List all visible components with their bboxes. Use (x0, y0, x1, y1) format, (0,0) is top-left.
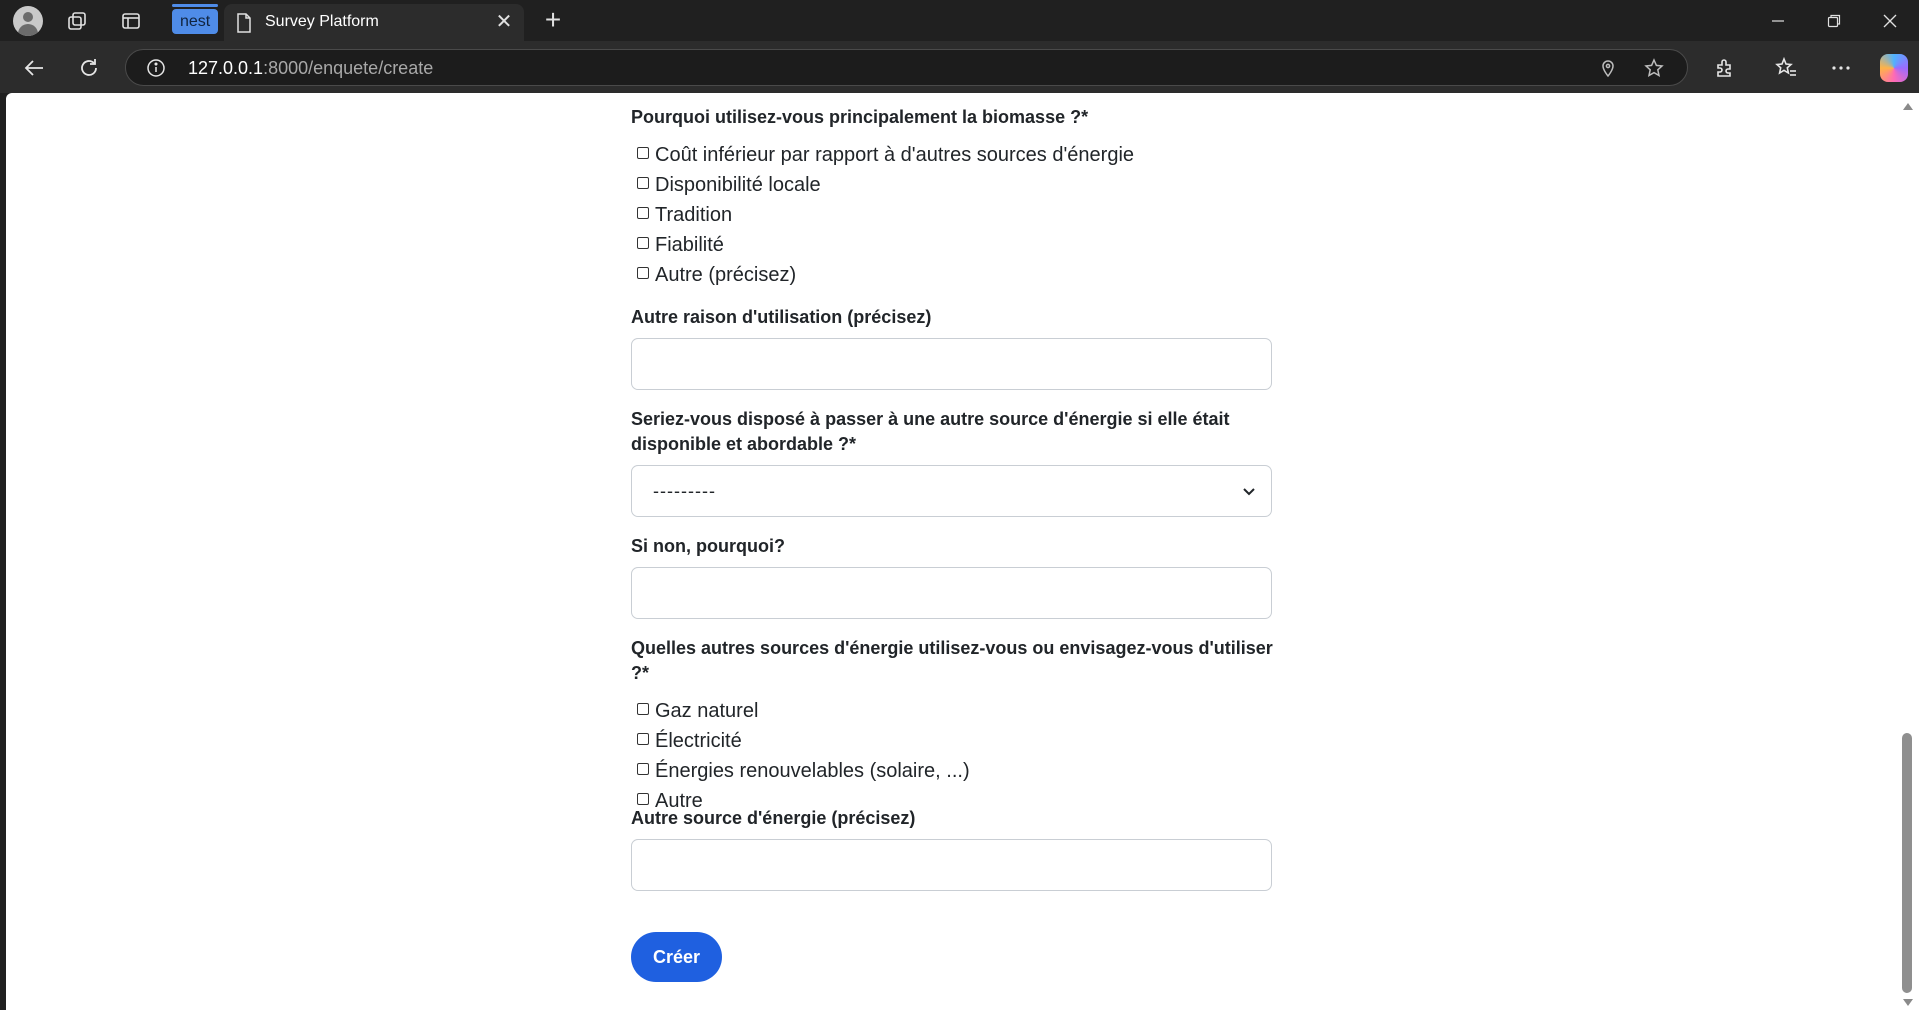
select-value: --------- (653, 481, 716, 501)
close-window-icon[interactable] (1862, 0, 1918, 41)
checkbox[interactable] (637, 177, 649, 189)
checkbox-option[interactable]: Autre (précisez) (631, 260, 1276, 290)
switch-energy-label: Seriez-vous disposé à passer à une autre… (631, 409, 1230, 454)
checkbox-option[interactable]: Coût inférieur par rapport à d'autres so… (631, 140, 1276, 170)
browser-tab-bar: nest Survey Platform ✕ + (0, 0, 1919, 41)
other-reason-input[interactable] (631, 338, 1272, 390)
if-no-why-input[interactable] (631, 567, 1272, 619)
other-energy-options: Gaz naturel Électricité Énergies renouve… (631, 696, 1276, 816)
checkbox[interactable] (637, 733, 649, 745)
favorites-icon[interactable] (1770, 52, 1802, 84)
page-viewport: Pourquoi utilisez-vous principalement la… (6, 93, 1897, 1010)
location-icon[interactable] (1598, 58, 1618, 78)
checkbox-option[interactable]: Fiabilité (631, 230, 1276, 260)
checkbox-option[interactable]: Gaz naturel (631, 696, 1276, 726)
checkbox-option[interactable]: Énergies renouvelables (solaire, ...) (631, 756, 1276, 786)
checkbox[interactable] (637, 207, 649, 219)
workspaces-icon[interactable] (63, 7, 91, 35)
checkbox[interactable] (637, 267, 649, 279)
checkbox[interactable] (637, 237, 649, 249)
page-icon (237, 13, 251, 33)
scrollbar-thumb[interactable] (1902, 733, 1912, 993)
checkbox[interactable] (637, 763, 649, 775)
other-energy-source-label: Autre source d'énergie (précisez) (631, 808, 916, 828)
checkbox[interactable] (637, 703, 649, 715)
browser-toolbar: 127.0.0.1:8000/enquete/create (0, 41, 1919, 93)
chevron-down-icon (1243, 488, 1255, 496)
scroll-up-icon[interactable] (1903, 103, 1913, 110)
extensions-icon[interactable] (1709, 52, 1741, 84)
checkbox[interactable] (637, 147, 649, 159)
other-energy-source-input[interactable] (631, 839, 1272, 891)
site-info-icon[interactable] (146, 58, 166, 78)
url-text[interactable]: 127.0.0.1:8000/enquete/create (188, 58, 433, 79)
checkbox[interactable] (637, 793, 649, 805)
biomass-reason-options: Coût inférieur par rapport à d'autres so… (631, 140, 1276, 290)
refresh-icon[interactable] (73, 52, 105, 84)
other-energy-sources-label: Quelles autres sources d'énergie utilise… (631, 638, 1273, 683)
minimize-icon[interactable] (1750, 0, 1806, 41)
create-button[interactable]: Créer (631, 932, 723, 982)
profile-avatar-icon[interactable] (13, 6, 43, 36)
tab-group-label[interactable]: nest (172, 4, 219, 34)
restore-icon[interactable] (1806, 0, 1862, 41)
active-tab[interactable]: Survey Platform ✕ (224, 4, 524, 41)
checkbox-option[interactable]: Disponibilité locale (631, 170, 1276, 200)
page-scrollbar[interactable] (1897, 93, 1919, 1010)
copilot-icon[interactable] (1880, 54, 1908, 82)
checkbox-option[interactable]: Électricité (631, 726, 1276, 756)
more-options-icon[interactable] (1825, 52, 1857, 84)
other-reason-label: Autre raison d'utilisation (précisez) (631, 307, 932, 327)
scroll-down-icon[interactable] (1903, 999, 1913, 1006)
favorite-star-icon[interactable] (1644, 58, 1664, 78)
question-biomass-reason-label: Pourquoi utilisez-vous principalement la… (631, 107, 1089, 127)
tab-title: Survey Platform (265, 13, 379, 30)
checkbox-option[interactable]: Tradition (631, 200, 1276, 230)
if-no-why-label: Si non, pourquoi? (631, 536, 785, 556)
back-icon[interactable] (18, 52, 50, 84)
close-tab-icon[interactable]: ✕ (492, 10, 516, 34)
vertical-tabs-icon[interactable] (117, 7, 145, 35)
new-tab-icon[interactable]: + (538, 6, 568, 36)
address-bar[interactable]: 127.0.0.1:8000/enquete/create (125, 49, 1688, 86)
switch-energy-select[interactable]: --------- (631, 465, 1272, 517)
